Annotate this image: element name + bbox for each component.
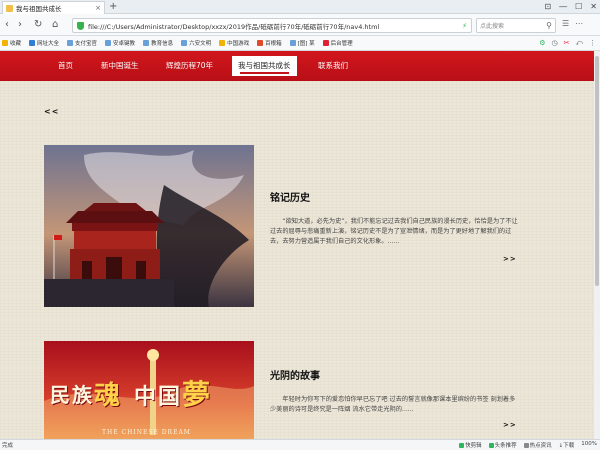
status-item[interactable]: ↓下载 xyxy=(559,441,575,449)
bookmark-item[interactable]: 安卓键教 xyxy=(105,39,140,47)
tab-strip: 我与祖国共成长 × + ⊡ ― ☐ ✕ xyxy=(0,0,600,14)
read-more-link[interactable]: >> xyxy=(503,421,517,429)
read-more-link[interactable]: >> xyxy=(503,255,517,263)
undo-icon[interactable]: ⤺ xyxy=(576,39,583,48)
address-toolbar: ‹ › ↻ ⌂ file:///C:/Users/Administrator/D… xyxy=(0,14,600,36)
news-icon xyxy=(523,443,529,448)
more-icon[interactable]: ⋯ xyxy=(575,19,583,28)
minimize-button[interactable]: ― xyxy=(559,1,567,13)
nav-item-history[interactable]: 辉煌历程70年 xyxy=(166,51,213,81)
overflow-icon[interactable]: ⋮ xyxy=(589,39,596,48)
back-button[interactable]: ‹ xyxy=(5,18,9,32)
page-scrollbar[interactable] xyxy=(594,51,600,439)
scrollbar-thumb[interactable] xyxy=(595,56,599,286)
nav-item-new-china[interactable]: 新中国诞生 xyxy=(101,51,139,81)
video-edit-icon xyxy=(459,443,465,448)
site-navigation: 首页 新中国诞生 辉煌历程70年 我与祖国共成长 联系我们 xyxy=(0,51,594,81)
bookmark-item[interactable]: 后台管理 xyxy=(322,39,358,47)
bookmark-icon xyxy=(143,40,150,46)
bookmark-item[interactable]: 中国游戏 xyxy=(219,39,254,47)
status-item[interactable]: 快剪辑 xyxy=(459,441,482,449)
nav-item-grow-with-motherland[interactable]: 我与祖国共成长 xyxy=(232,56,297,76)
status-bar: 完成 快剪辑 头条推荐 热点资讯 ↓下载 100% xyxy=(0,439,600,450)
menu-icon[interactable]: ☰ xyxy=(562,19,569,28)
maximize-button[interactable]: ☐ xyxy=(575,1,582,13)
status-item[interactable]: 热点资讯 xyxy=(523,441,552,449)
status-text: 完成 xyxy=(2,443,14,449)
bookmark-item[interactable]: 收藏 xyxy=(2,39,26,47)
screenshot-icon[interactable]: ✂ xyxy=(564,39,570,48)
reload-button[interactable]: ↻ xyxy=(34,18,42,32)
restore-icon[interactable]: ⊡ xyxy=(544,1,551,13)
security-shield-icon xyxy=(77,21,84,30)
zoom-level[interactable]: 100% xyxy=(581,441,597,449)
bookmark-icon xyxy=(67,40,74,46)
chinese-dream-poster: 民 族 魂 中 国 夢 THE CHINESE DREAM xyxy=(44,341,254,439)
forward-button[interactable]: › xyxy=(18,18,22,32)
search-box[interactable]: 点此搜索 ⚲ xyxy=(476,18,556,33)
bookmark-icon xyxy=(257,40,264,46)
nav-item-home[interactable]: 首页 xyxy=(58,51,73,81)
nav-item-contact[interactable]: 联系我们 xyxy=(318,51,348,81)
bookmark-icon xyxy=(181,40,188,46)
close-window-button[interactable]: ✕ xyxy=(590,1,597,13)
bookmark-item[interactable]: [图] 某 xyxy=(289,39,320,47)
bookmark-tools: ⚙ ◷ ✂ ⤺ ⋮ xyxy=(539,39,596,48)
star-icon xyxy=(2,40,8,46)
address-extras: ☰ ⋯ xyxy=(562,19,583,28)
url-text[interactable]: file:///C:/Users/Administrator/Desktop/x… xyxy=(88,21,458,31)
search-icon[interactable]: ⚲ xyxy=(546,21,552,30)
article-summary: “欲知大道，必先为史”，我们不能忘记过去我们自己民族的漫长历史，恰恰是为了不让过… xyxy=(270,218,518,245)
poster-headline: 民 族 魂 中 国 夢 xyxy=(50,378,211,411)
browser-tab[interactable]: 我与祖国共成长 × xyxy=(2,1,105,14)
bookmark-item[interactable]: 教育信息 xyxy=(143,39,178,47)
article-title: 铭记历史 xyxy=(270,193,310,204)
tiananmen-illustration xyxy=(44,145,254,307)
search-input[interactable]: 点此搜索 xyxy=(480,21,546,30)
bookmark-icon xyxy=(105,40,112,46)
back-link[interactable]: << xyxy=(44,107,59,116)
tab-close-icon[interactable]: × xyxy=(95,4,101,12)
tiananmen-image xyxy=(44,145,254,307)
bookmark-icon xyxy=(322,40,329,46)
bookmark-item[interactable]: 支付宝官 xyxy=(67,39,102,47)
status-tools: 快剪辑 头条推荐 热点资讯 ↓下载 100% xyxy=(459,441,600,449)
window-controls: ⊡ ― ☐ ✕ xyxy=(544,1,597,13)
bookmark-icon xyxy=(219,40,226,46)
article-summary: 年轻时为你写下的爱恋怕你早已忘了吧 过去的誓言就像那课本里缤纷的书签 刻划着多少… xyxy=(270,396,516,413)
bookmark-item[interactable]: 网址大全 xyxy=(29,39,64,47)
shield-icon[interactable]: ⚙ xyxy=(539,39,545,48)
bookmark-icon xyxy=(29,40,36,46)
tab-title: 我与祖国共成长 xyxy=(16,5,62,13)
poster-subtitle: THE CHINESE DREAM xyxy=(102,429,191,436)
recommend-icon xyxy=(488,443,494,448)
page-favicon-icon xyxy=(6,4,13,12)
new-tab-button[interactable]: + xyxy=(109,1,117,13)
home-button[interactable]: ⌂ xyxy=(52,18,58,32)
bookmarks-bar: 收藏 网址大全 支付宝官 安卓键教 教育信息 六安文明 中国游戏 百根箱 [图]… xyxy=(0,36,600,51)
bookmark-item[interactable]: 六安文明 xyxy=(181,39,216,47)
web-page: 首页 新中国诞生 辉煌历程70年 我与祖国共成长 联系我们 << 铭记历史 “欲… xyxy=(0,51,594,439)
history-icon[interactable]: ◷ xyxy=(552,39,558,48)
address-bar[interactable]: file:///C:/Users/Administrator/Desktop/x… xyxy=(72,18,472,33)
status-item[interactable]: 头条推荐 xyxy=(488,441,517,449)
lightning-icon[interactable]: ⚡ xyxy=(462,22,467,30)
bookmark-item[interactable]: 百根箱 xyxy=(257,39,287,47)
bookmark-icon xyxy=(289,40,296,46)
article-title: 光阴的故事 xyxy=(270,371,320,382)
